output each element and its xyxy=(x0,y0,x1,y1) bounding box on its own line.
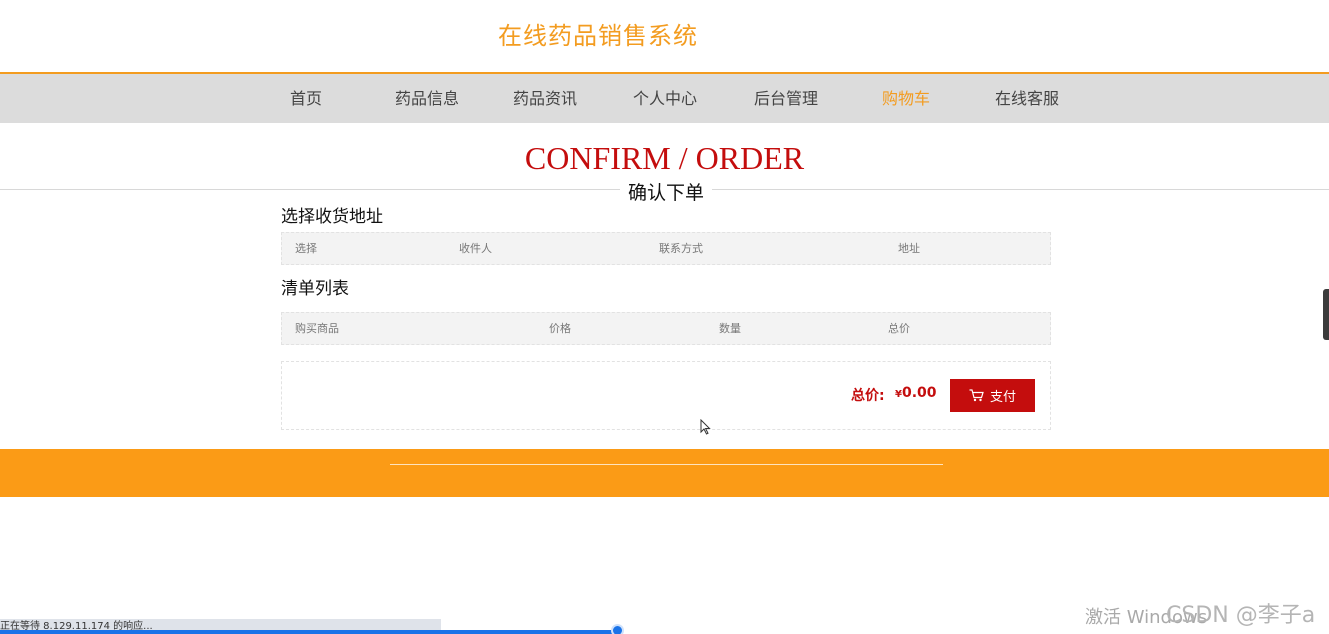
main-nav: 首页 药品信息 药品资讯 个人中心 后台管理 购物车 在线客服 xyxy=(0,72,1329,123)
total-label: 总价: xyxy=(851,388,885,404)
cart-icon xyxy=(969,389,984,402)
address-heading: 选择收货地址 xyxy=(281,207,383,227)
total-value: 0.00 xyxy=(901,385,937,401)
order-list-heading: 清单列表 xyxy=(281,279,349,299)
nav-item-drug-info[interactable]: 药品信息 xyxy=(395,74,459,123)
footer-divider xyxy=(390,464,943,465)
pay-button[interactable]: 支付 xyxy=(950,379,1035,412)
site-title[interactable]: 在线药品销售系统 xyxy=(498,16,698,51)
order-col-product: 购买商品 xyxy=(295,322,339,335)
total-amount: ¥0.00 xyxy=(895,385,937,401)
nav-item-customer-service[interactable]: 在线客服 xyxy=(995,74,1059,123)
order-summary: 总价: ¥0.00 支付 xyxy=(281,361,1051,430)
nav-item-cart[interactable]: 购物车 xyxy=(882,74,930,123)
address-col-recipient: 收件人 xyxy=(459,242,492,255)
order-col-total: 总价 xyxy=(888,322,910,335)
address-col-contact: 联系方式 xyxy=(659,242,703,255)
loading-progress-handle xyxy=(611,624,624,634)
order-table-header: 购买商品 价格 数量 总价 xyxy=(281,312,1051,345)
currency-symbol: ¥ xyxy=(895,389,902,400)
section-title-en: CONFIRM / ORDER xyxy=(524,140,805,176)
nav-item-personal-center[interactable]: 个人中心 xyxy=(633,74,697,123)
address-col-select: 选择 xyxy=(295,242,317,255)
mouse-cursor-icon xyxy=(700,419,711,435)
loading-progress-bar xyxy=(0,630,618,634)
scrollbar-thumb[interactable] xyxy=(1323,289,1329,340)
nav-item-home[interactable]: 首页 xyxy=(290,74,322,123)
address-table-header: 选择 收件人 联系方式 地址 xyxy=(281,232,1051,265)
pay-button-label: 支付 xyxy=(989,389,1016,404)
site-header: 在线药品销售系统 xyxy=(0,0,1329,72)
nav-item-drug-news[interactable]: 药品资讯 xyxy=(513,74,577,123)
csdn-watermark: CSDN @李子a xyxy=(1166,603,1316,628)
site-footer xyxy=(0,449,1329,497)
order-col-price: 价格 xyxy=(549,322,571,335)
order-col-quantity: 数量 xyxy=(719,322,741,335)
nav-item-admin[interactable]: 后台管理 xyxy=(754,74,818,123)
address-col-address: 地址 xyxy=(898,242,920,255)
section-title-zh: 确认下单 xyxy=(620,178,713,205)
